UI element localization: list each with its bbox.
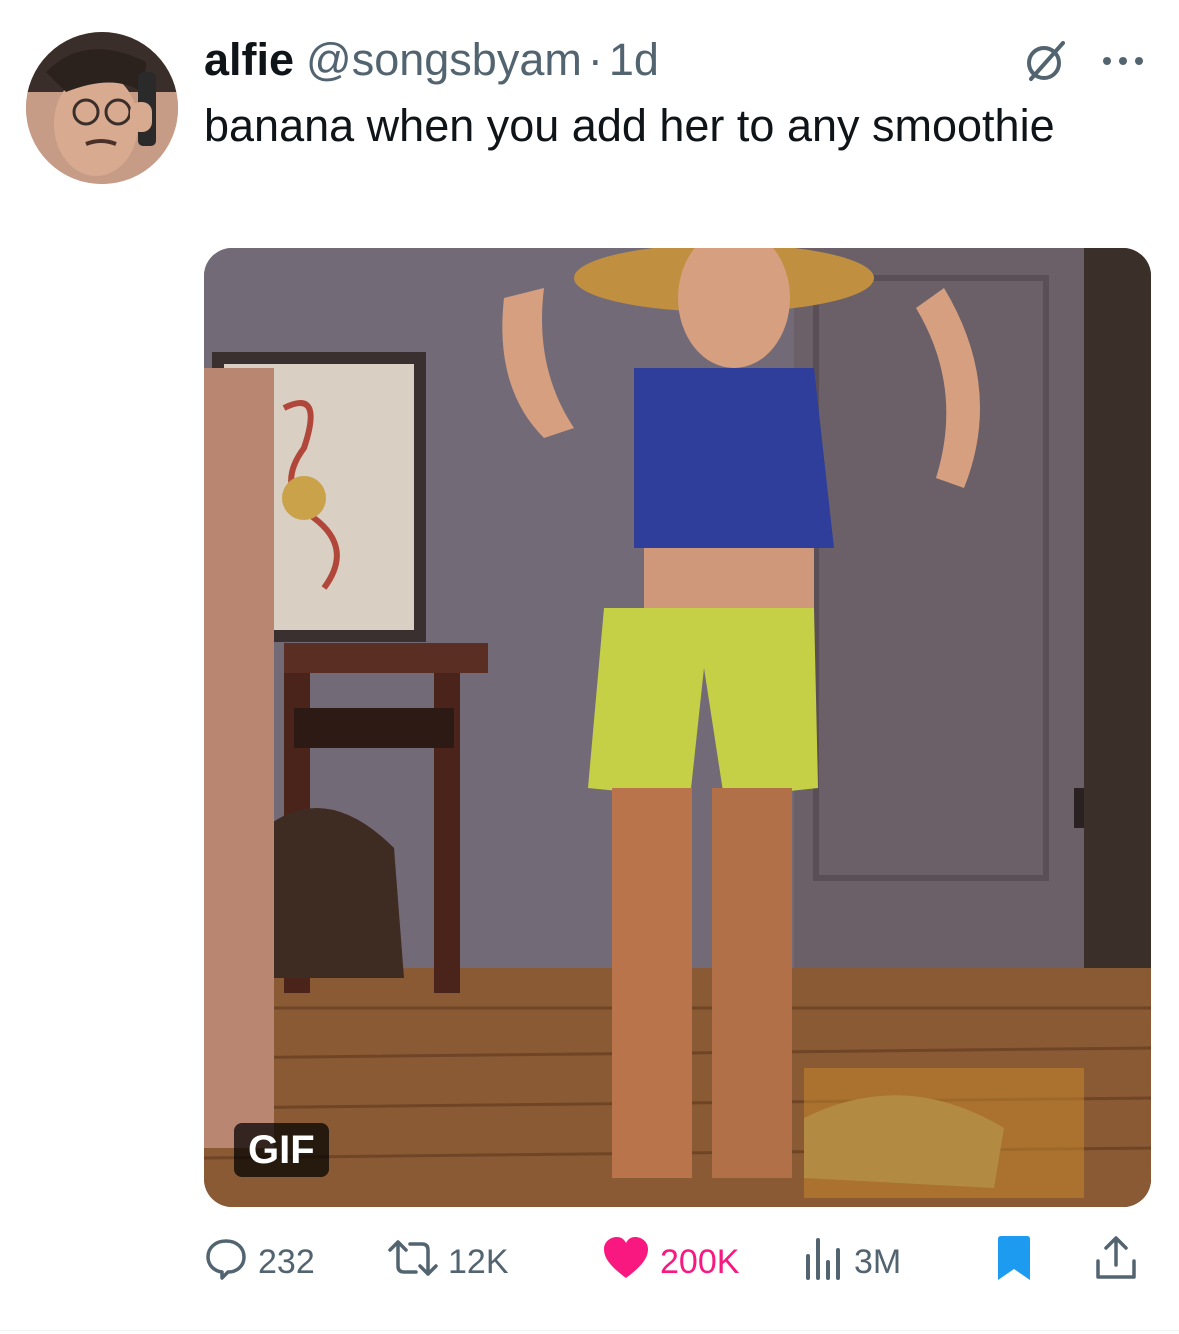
share-button[interactable] xyxy=(1094,1232,1138,1292)
more-icon[interactable] xyxy=(1101,51,1145,71)
grok-icon[interactable] xyxy=(1021,36,1071,86)
divider xyxy=(0,1330,1179,1331)
like-button[interactable]: 200K xyxy=(602,1232,739,1292)
retweet-button[interactable]: 12K xyxy=(388,1232,509,1292)
retweet-count: 12K xyxy=(448,1242,509,1281)
reply-icon xyxy=(204,1236,248,1289)
reply-count: 232 xyxy=(258,1242,315,1281)
share-icon xyxy=(1094,1235,1138,1290)
gif-frame xyxy=(204,248,1151,1207)
avatar-image xyxy=(26,32,178,184)
retweet-icon xyxy=(388,1236,438,1289)
gif-badge: GIF xyxy=(234,1123,329,1177)
bookmark-button[interactable] xyxy=(996,1232,1032,1292)
bookmark-icon xyxy=(996,1235,1032,1290)
action-bar: 232 12K 200K 3M xyxy=(204,1232,1144,1292)
like-count: 200K xyxy=(660,1242,740,1281)
heart-icon xyxy=(602,1236,650,1289)
timestamp[interactable]: 1d xyxy=(609,32,659,88)
reply-button[interactable]: 232 xyxy=(204,1232,315,1292)
avatar[interactable] xyxy=(26,32,178,184)
tweet-text: banana when you add her to any smoothie xyxy=(204,100,1055,151)
author-handle[interactable]: @songsbyam xyxy=(306,32,582,88)
author-name[interactable]: alfie xyxy=(204,32,294,88)
tweet-media[interactable]: GIF xyxy=(204,248,1151,1207)
views-icon xyxy=(804,1236,844,1289)
tweet-header: alfie @songsbyam · 1d xyxy=(204,32,659,88)
tweet: alfie @songsbyam · 1d banana when you ad… xyxy=(0,0,1179,1334)
views-count: 3M xyxy=(854,1242,902,1281)
views-button[interactable]: 3M xyxy=(804,1232,901,1292)
tweet-top-icons xyxy=(1021,36,1145,86)
separator-dot: · xyxy=(587,34,603,85)
